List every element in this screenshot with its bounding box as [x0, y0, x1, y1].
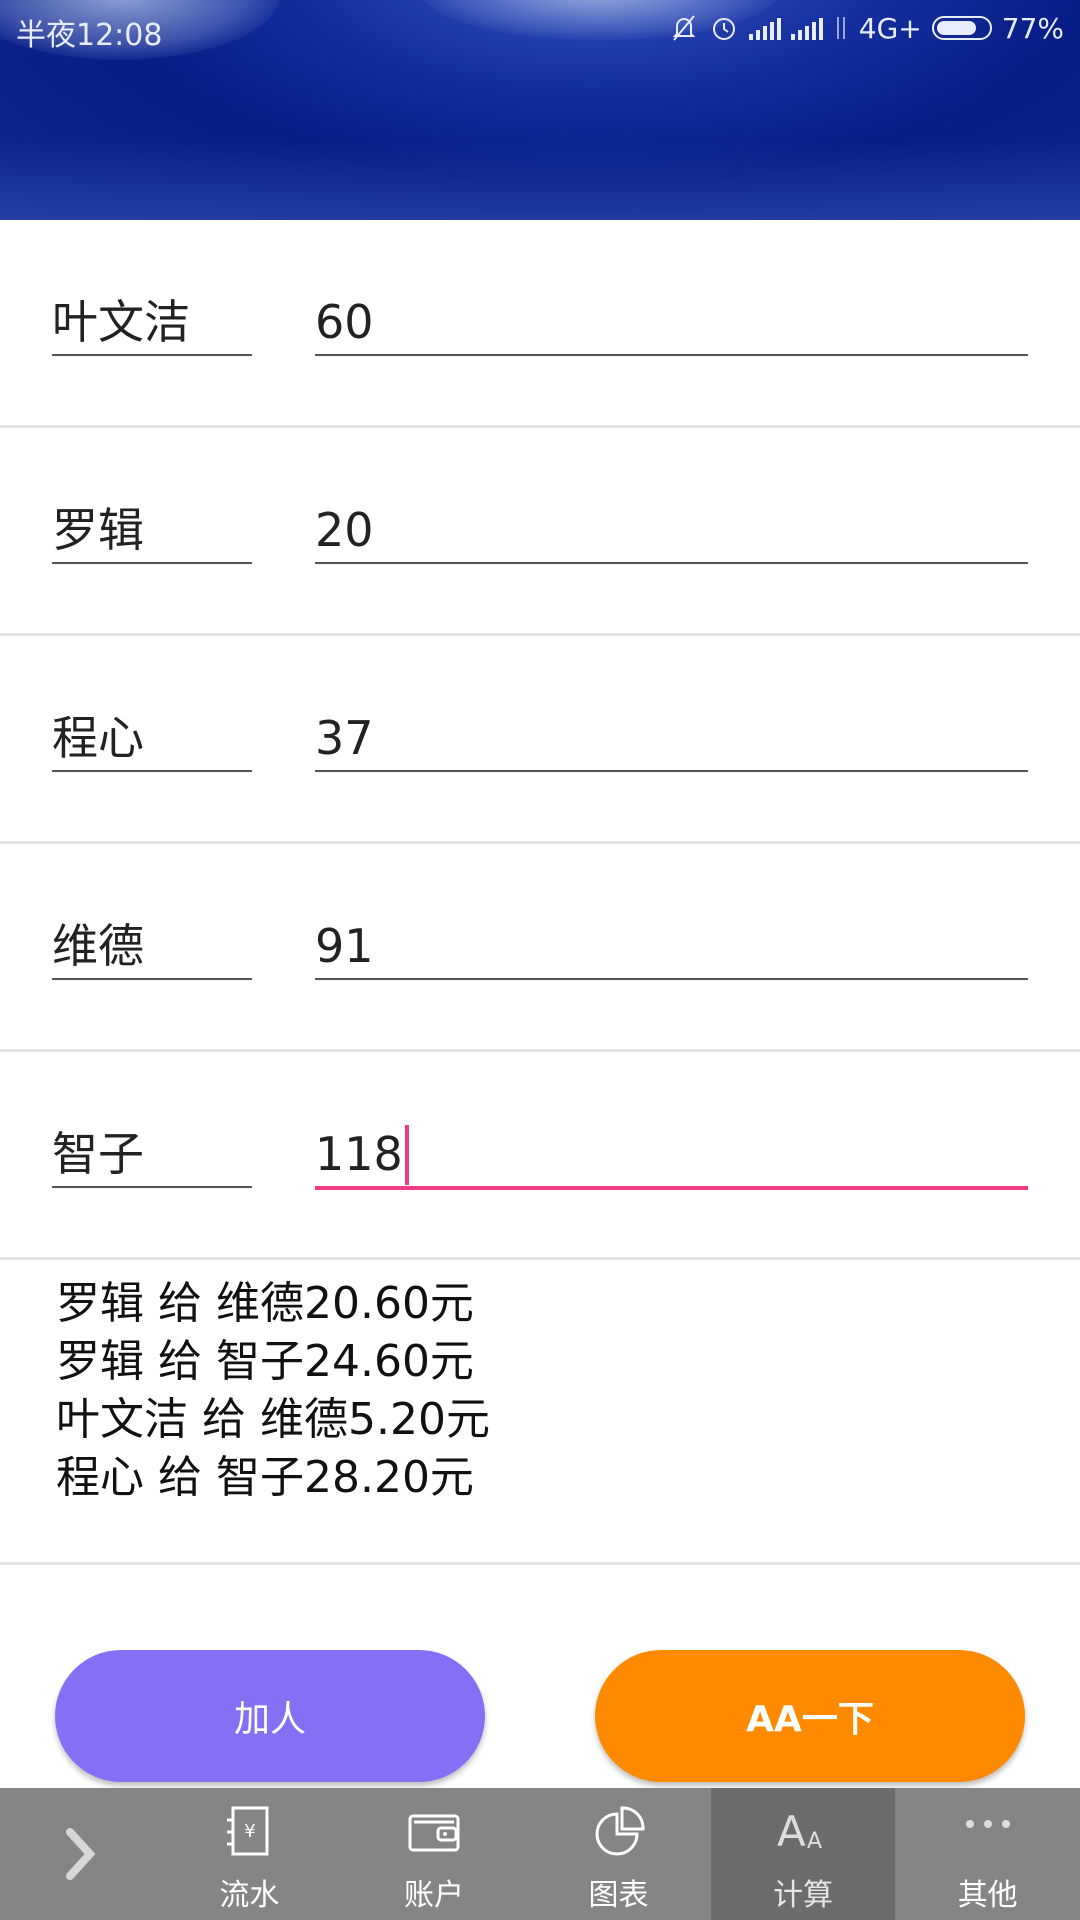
status-time: 半夜12:08	[16, 18, 163, 53]
person-name-field[interactable]: 维德	[52, 914, 252, 980]
nav-item-calculate[interactable]: A A 计算	[710, 1788, 896, 1920]
pie-chart-icon	[595, 1806, 645, 1856]
amount-field[interactable]: 37	[315, 706, 1028, 772]
amount-field[interactable]: 60	[315, 290, 1028, 356]
settlement-results: 罗辑 给 维德20.60元 罗辑 给 智子24.60元 叶文洁 给 维德5.20…	[0, 1263, 1080, 1565]
result-line: 叶文洁 给 维德5.20元	[56, 1394, 490, 1445]
network-type: 4G+	[858, 11, 922, 45]
data-transfer-icon	[836, 17, 845, 39]
nav-label: 其他	[957, 1878, 1018, 1913]
result-line: 程心 给 智子28.20元	[56, 1452, 474, 1503]
result-line: 罗辑 给 维德20.60元	[56, 1278, 474, 1329]
battery-percent: 77%	[1001, 11, 1064, 45]
font-size-icon: A A	[777, 1807, 822, 1856]
person-row: 叶文洁 60	[0, 220, 1080, 428]
amount-field[interactable]: 91	[315, 914, 1028, 980]
person-name-field[interactable]: 智子	[52, 1122, 252, 1188]
aa-split-button[interactable]: AA一下	[595, 1650, 1025, 1782]
alarm-icon	[712, 18, 735, 40]
nav-label: 图表	[588, 1878, 649, 1913]
person-name-field[interactable]: 程心	[52, 706, 252, 772]
signal-icon-2	[790, 16, 823, 40]
amount-value: 118	[315, 1127, 403, 1181]
nav-item-other[interactable]: 其他	[895, 1788, 1080, 1920]
svg-text:A: A	[807, 1829, 822, 1854]
chevron-right-icon	[66, 1828, 96, 1880]
battery-icon	[931, 16, 992, 40]
result-line: 罗辑 给 智子24.60元	[56, 1336, 474, 1387]
nav-expand-button[interactable]	[0, 1788, 157, 1920]
add-person-button[interactable]: 加人	[55, 1650, 485, 1782]
more-icon	[965, 1820, 1010, 1828]
amount-field-focused[interactable]: 118	[315, 1122, 1028, 1190]
person-name-field[interactable]: 叶文洁	[52, 290, 252, 356]
nav-label: 计算	[773, 1878, 834, 1913]
person-name-field[interactable]: 罗辑	[52, 498, 252, 564]
person-row: 罗辑 20	[0, 428, 1080, 636]
nav-item-account[interactable]: 账户	[342, 1788, 527, 1920]
bottom-nav: ¥ 流水 账户 图表 A A 计算 其他	[0, 1788, 1080, 1920]
signal-icon-1	[748, 16, 781, 40]
person-row: 维德 91	[0, 844, 1080, 1052]
nav-label: 账户	[403, 1878, 464, 1913]
app-header: 半夜12:08 4G+ 77%	[0, 0, 1080, 220]
nav-item-flow[interactable]: ¥ 流水	[157, 1788, 342, 1920]
svg-text:¥: ¥	[245, 1821, 256, 1842]
person-row: 智子 118	[0, 1052, 1080, 1260]
status-bar: 半夜12:08 4G+ 77%	[0, 0, 1080, 56]
amount-field[interactable]: 20	[315, 498, 1028, 564]
wallet-icon	[408, 1814, 460, 1852]
svg-text:A: A	[777, 1807, 806, 1856]
nav-label: 流水	[219, 1878, 280, 1913]
text-caret	[404, 1124, 409, 1185]
bill-icon: ¥	[227, 1806, 269, 1856]
mute-bell-icon	[672, 15, 696, 41]
person-row: 程心 37	[0, 636, 1080, 844]
person-list: 叶文洁 60 罗辑 20 程心 37 维德 91 智子 118	[0, 220, 1080, 1260]
nav-item-chart[interactable]: 图表	[526, 1788, 711, 1920]
